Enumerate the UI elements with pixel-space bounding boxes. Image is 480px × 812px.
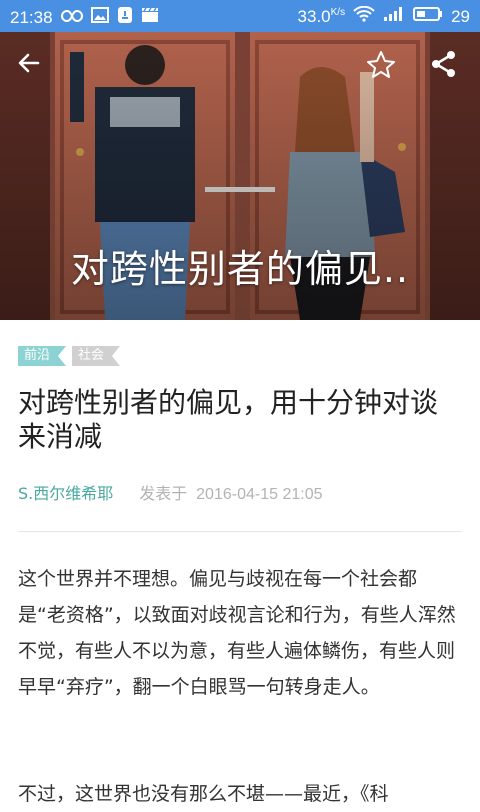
posted-info: 发表于 2016-04-15 21:05 bbox=[139, 480, 322, 504]
article-meta: S.西尔维希耶 发表于 2016-04-15 21:05 bbox=[18, 480, 322, 504]
article-title: 对跨性别者的偏见，用十分钟对谈来消减 bbox=[18, 386, 439, 453]
back-arrow-icon bbox=[18, 53, 40, 73]
speed-unit: K/s bbox=[330, 6, 346, 18]
clapper-icon bbox=[141, 7, 159, 28]
tag-list: 前沿 社会 bbox=[18, 346, 121, 366]
star-icon bbox=[367, 51, 395, 78]
bell-icon bbox=[117, 6, 133, 29]
status-left: 21:38 bbox=[10, 6, 159, 29]
back-button[interactable] bbox=[16, 50, 52, 86]
image-icon bbox=[90, 7, 109, 28]
wifi-icon bbox=[353, 5, 375, 27]
tag-frontier[interactable]: 前沿 bbox=[18, 346, 67, 366]
posted-label: 发表于 bbox=[139, 486, 188, 503]
divider bbox=[18, 531, 462, 532]
author-link[interactable]: S.西尔维希耶 bbox=[18, 480, 113, 504]
status-bar: 21:38 33.0K/s 29 bbox=[0, 0, 480, 32]
share-button[interactable] bbox=[430, 50, 466, 86]
signal-icon bbox=[383, 6, 405, 27]
share-icon bbox=[432, 51, 455, 77]
article-paragraph: 这个世界并不理想。偏见与歧视在每一个社会都是“老资格”，以致面对歧视言论和行为，… bbox=[18, 568, 456, 698]
article-paragraph: 不过，这世界也没有那么不堪——最近，《科 bbox=[18, 783, 389, 805]
hero-title: 对跨性别者的偏见.. bbox=[70, 247, 410, 291]
battery-level: 29 bbox=[451, 6, 470, 26]
loop-icon bbox=[60, 8, 83, 28]
tag-society[interactable]: 社会 bbox=[72, 346, 121, 366]
battery-icon bbox=[413, 6, 443, 27]
hero-image: 对跨性别者的偏见.. bbox=[0, 32, 480, 320]
status-right: 33.0K/s 29 bbox=[297, 5, 470, 27]
post-date: 2016-04-15 21:05 bbox=[196, 486, 323, 503]
clock: 21:38 bbox=[10, 7, 53, 27]
favorite-button[interactable] bbox=[366, 50, 402, 86]
network-speed: 33.0K/s bbox=[297, 6, 346, 26]
